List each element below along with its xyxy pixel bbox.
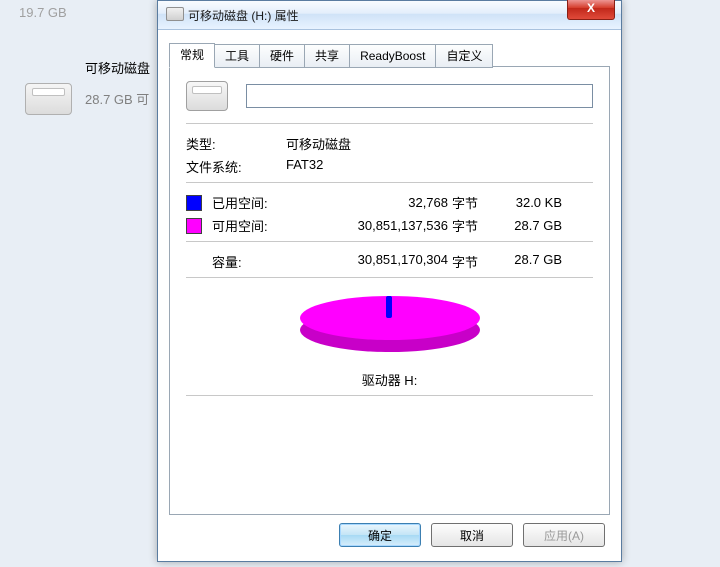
separator <box>186 277 593 278</box>
separator <box>186 241 593 242</box>
tab-sharing[interactable]: 共享 <box>304 44 350 68</box>
bytes-unit: 字节 <box>452 193 492 212</box>
drive-icon <box>186 81 228 111</box>
properties-dialog: 可移动磁盘 (H:) 属性 X 常规工具硬件共享ReadyBoost自定义 类型… <box>157 0 622 562</box>
background-drive-name: 可移动磁盘 <box>85 58 150 77</box>
drive-icon <box>166 7 184 21</box>
dialog-title: 可移动磁盘 (H:) 属性 <box>188 7 299 24</box>
used-space-bytes: 32,768 <box>298 195 452 210</box>
free-space-human: 28.7 GB <box>492 218 562 233</box>
separator <box>186 182 593 183</box>
background-prev-size: 19.7 GB <box>19 5 67 20</box>
used-color-swatch <box>186 195 202 211</box>
capacity-bytes: 30,851,170,304 <box>298 252 452 271</box>
drive-caption: 驱动器 H: <box>186 370 593 389</box>
volume-label-input[interactable] <box>246 84 593 108</box>
drive-icon <box>25 83 72 115</box>
type-value: 可移动磁盘 <box>286 134 351 153</box>
filesystem-value: FAT32 <box>286 157 323 176</box>
dialog-button-bar: 确定 取消 应用(A) <box>158 523 621 553</box>
bytes-unit: 字节 <box>452 216 492 235</box>
close-button[interactable]: X <box>567 0 615 20</box>
tab-hardware[interactable]: 硬件 <box>259 44 305 68</box>
used-space-human: 32.0 KB <box>492 195 562 210</box>
tab-strip: 常规工具硬件共享ReadyBoost自定义 <box>169 43 610 67</box>
free-space-bytes: 30,851,137,536 <box>298 218 452 233</box>
capacity-human: 28.7 GB <box>492 252 562 271</box>
type-label: 类型: <box>186 134 286 153</box>
separator <box>186 395 593 396</box>
free-space-label: 可用空间: <box>212 216 298 235</box>
capacity-label: 容量: <box>212 252 298 271</box>
used-space-label: 已用空间: <box>212 193 298 212</box>
separator <box>186 123 593 124</box>
cancel-button[interactable]: 取消 <box>431 523 513 547</box>
titlebar[interactable]: 可移动磁盘 (H:) 属性 X <box>158 1 621 30</box>
tab-general[interactable]: 常规 <box>169 43 215 68</box>
ok-button[interactable]: 确定 <box>339 523 421 547</box>
tab-customize[interactable]: 自定义 <box>435 44 493 68</box>
bytes-unit: 字节 <box>452 252 492 271</box>
tab-panel-general: 类型: 可移动磁盘 文件系统: FAT32 已用空间: 32,768 字节 32… <box>169 66 610 515</box>
filesystem-label: 文件系统: <box>186 157 286 176</box>
tab-readyboost[interactable]: ReadyBoost <box>349 44 436 68</box>
free-color-swatch <box>186 218 202 234</box>
tab-tools[interactable]: 工具 <box>214 44 260 68</box>
usage-pie-chart <box>300 288 480 364</box>
background-drive-size: 28.7 GB 可 <box>85 89 149 108</box>
apply-button[interactable]: 应用(A) <box>523 523 605 547</box>
